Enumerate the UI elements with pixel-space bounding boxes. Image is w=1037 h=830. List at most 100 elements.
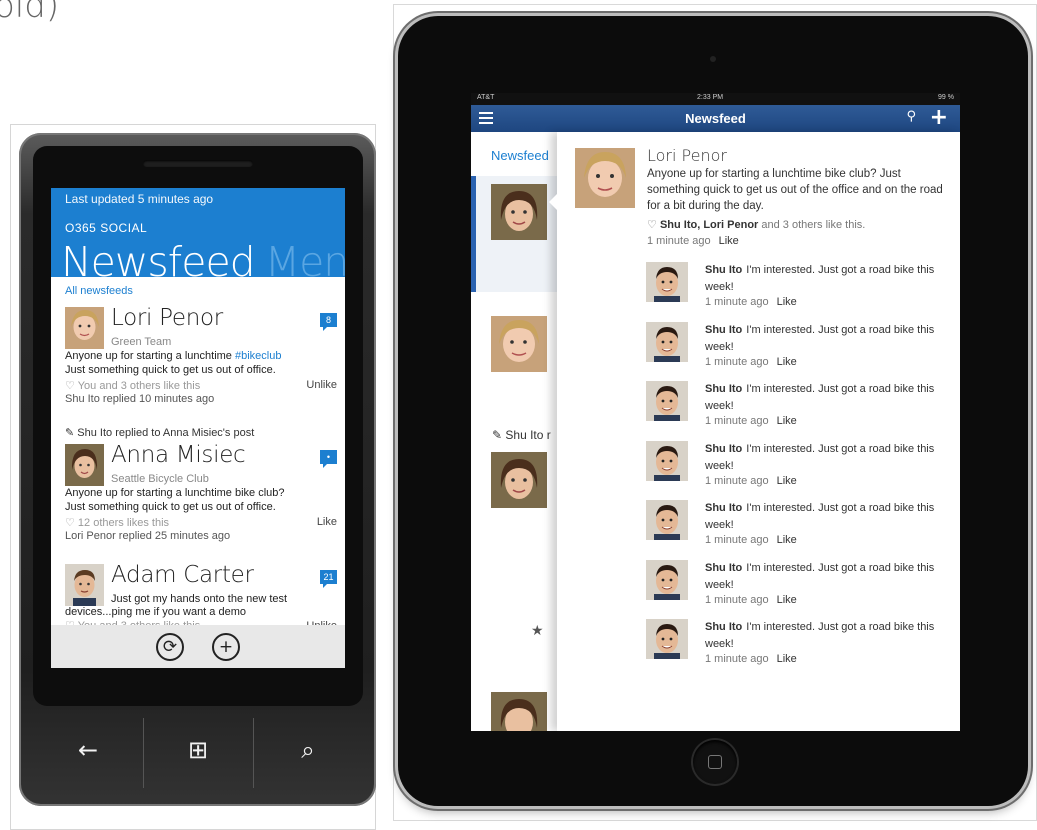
avatar[interactable] (575, 148, 635, 208)
post-time: 1 minute ago (647, 235, 711, 247)
pivot-newsfeed[interactable]: Newsfeed (61, 238, 256, 277)
reply-time: 1 minute ago (705, 296, 769, 308)
camera-icon (710, 56, 716, 62)
refresh-icon[interactable]: ⟳ (156, 632, 184, 661)
phone-speaker (143, 160, 253, 167)
phone-app-bar: ⟳ + (51, 625, 345, 668)
reply-item[interactable]: Shu Ito I'm interested. Just got a road b… (646, 559, 946, 616)
reply-meta: 1 minute ago Like (705, 296, 797, 308)
reply-time: 1 minute ago (705, 593, 769, 606)
avatar[interactable] (646, 559, 688, 600)
heart-icon[interactable]: ♡ (647, 218, 657, 231)
post-author[interactable]: Anna Misiec (111, 442, 246, 468)
avatar[interactable] (646, 500, 688, 540)
post-text: Just got my hands onto the new test (111, 593, 287, 607)
reply-author[interactable]: Shu Ito (705, 383, 742, 395)
battery-text: 99 % (938, 94, 954, 101)
reply-item[interactable]: Shu Ito I'm interested. Just got a road b… (646, 262, 946, 318)
avatar[interactable] (646, 262, 688, 302)
avatar[interactable] (646, 619, 688, 659)
tablet-screen: AT&T 2:33 PM 99 % Newsfeed ⚲ + Newsfeed … (471, 93, 960, 731)
avatar[interactable] (491, 184, 547, 240)
list-item[interactable]: Adam Carter 21 Just got my hands onto th… (65, 562, 337, 634)
reply-author[interactable]: Shu Ito (705, 443, 742, 455)
search-icon[interactable]: ⌕ (253, 710, 363, 790)
reply-item[interactable]: Shu Ito I'm interested. Just got a road b… (646, 440, 946, 497)
avatar[interactable] (491, 692, 547, 731)
reply-meta: 1 minute ago Like (705, 356, 797, 368)
list-item[interactable]: Anna Misiec • Seattle Bicycle Club Anyon… (65, 442, 337, 544)
avatar[interactable] (646, 440, 688, 481)
windows-start-icon[interactable]: ⊞ (143, 710, 253, 790)
reply-text: Shu Ito I'm interested. Just got a road b… (705, 500, 935, 534)
like-button[interactable]: Like (777, 475, 797, 487)
reply-notification-text: Shu Ito r (505, 428, 551, 442)
unlike-button[interactable]: Unlike (306, 379, 337, 391)
pivot-mentions[interactable]: Ment (265, 238, 345, 277)
avatar[interactable] (491, 316, 547, 372)
reply-notification-text: Shu Ito replied to Anna Misiec's post (77, 427, 255, 439)
search-icon[interactable]: ⚲ (906, 109, 916, 124)
post-group: Green Team (111, 336, 172, 348)
pencil-icon: ✎ (492, 428, 503, 442)
all-newsfeeds-link[interactable]: All newsfeeds (65, 285, 133, 297)
hashtag-link[interactable]: #bikeclub (235, 350, 281, 362)
reply-meta: 1 minute ago Like (705, 594, 797, 606)
reply-summary: Lori Penor replied 25 minutes ago (65, 530, 231, 542)
like-button[interactable]: Like (777, 415, 797, 427)
phone-screen: Last updated 5 minutes ago O365 SOCIAL N… (51, 188, 345, 668)
likes-summary: ♡ You and 3 others like this (65, 380, 201, 392)
clock-text: 2:33 PM (697, 94, 724, 101)
avatar (65, 444, 104, 486)
comment-count-badge[interactable]: 21 (320, 570, 337, 588)
feed-list-title: Newsfeed (491, 148, 549, 163)
reply-text: Shu Ito I'm interested. Just got a road b… (705, 560, 935, 594)
reply-summary: Shu Ito replied 10 minutes ago (65, 393, 215, 405)
post-author[interactable]: Adam Carter (111, 562, 254, 588)
likers-names[interactable]: Shu Ito, Lori Penor (660, 219, 758, 231)
post-author[interactable]: Lori Penor (111, 305, 223, 331)
pencil-icon: ✎ (65, 426, 75, 439)
like-button[interactable]: Like (719, 235, 739, 247)
reply-item[interactable]: Shu Ito I'm interested. Just got a road b… (646, 619, 946, 675)
like-button[interactable]: Like (777, 594, 797, 606)
reply-text: Shu Ito I'm interested. Just got a road b… (705, 381, 935, 415)
reply-time: 1 minute ago (705, 355, 769, 368)
add-icon[interactable]: + (212, 632, 240, 661)
reply-meta: 1 minute ago Like (705, 653, 797, 665)
avatar[interactable] (491, 452, 547, 508)
phone-hardware-buttons: ← ⊞ ⌕ (33, 710, 363, 790)
reply-item[interactable]: Shu Ito I'm interested. Just got a road b… (646, 381, 946, 437)
reply-item[interactable]: Shu Ito I'm interested. Just got a road b… (646, 500, 946, 556)
reply-author[interactable]: Shu Ito (705, 562, 742, 574)
post-text-line: Just something quick to get us out of of… (65, 363, 276, 376)
reply-notification: ✎ Shu Ito r (492, 428, 551, 442)
like-button[interactable]: Like (777, 534, 797, 546)
avatar (65, 307, 104, 349)
list-item[interactable]: Lori Penor 8 Green Team Anyone up for st… (65, 305, 337, 407)
back-arrow-icon[interactable]: ← (33, 710, 143, 790)
reply-author[interactable]: Shu Ito (705, 502, 742, 514)
reply-author[interactable]: Shu Ito (705, 324, 742, 336)
like-button[interactable]: Like (777, 653, 797, 665)
pivot-header: NewsfeedMent (61, 238, 345, 277)
reply-time: 1 minute ago (705, 653, 769, 665)
home-button[interactable] (693, 740, 737, 784)
like-button[interactable]: Like (317, 516, 337, 528)
post-author[interactable]: Lori Penor (647, 146, 727, 165)
reply-item[interactable]: Shu Ito I'm interested. Just got a road b… (646, 321, 946, 378)
comment-count-badge[interactable]: • (320, 450, 337, 468)
avatar[interactable] (646, 321, 688, 362)
reply-notification: ✎ Shu Ito replied to Anna Misiec's post (65, 426, 254, 439)
nav-title: Newsfeed (685, 111, 746, 126)
like-button[interactable]: Like (777, 356, 797, 368)
comment-count-badge[interactable]: 8 (320, 313, 337, 331)
avatar[interactable] (646, 381, 688, 421)
reply-author[interactable]: Shu Ito (705, 264, 742, 276)
reply-author[interactable]: Shu Ito (705, 621, 742, 633)
add-icon[interactable]: + (930, 105, 948, 130)
like-button[interactable]: Like (777, 296, 797, 308)
reply-text: Shu Ito I'm interested. Just got a road b… (705, 262, 935, 296)
star-icon[interactable]: ★ (531, 622, 544, 639)
likes-rest: and 3 others like this. (758, 219, 866, 231)
